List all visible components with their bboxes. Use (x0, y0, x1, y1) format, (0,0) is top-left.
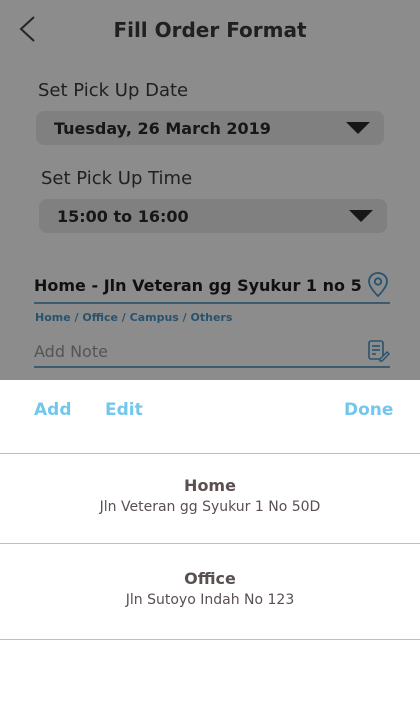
add-button[interactable]: Add (34, 400, 72, 420)
address-item-name: Home (184, 476, 236, 495)
address-item-detail: Jln Sutoyo Indah No 123 (125, 592, 295, 608)
address-item-office[interactable]: Office Jln Sutoyo Indah No 123 (0, 544, 420, 640)
address-item-name: Office (184, 569, 236, 588)
address-item-home[interactable]: Home Jln Veteran gg Syukur 1 No 50D (0, 454, 420, 544)
sheet-toolbar: Add Edit Done (0, 380, 420, 454)
address-item-detail: Jln Veteran gg Syukur 1 No 50D (99, 499, 321, 515)
edit-button[interactable]: Edit (105, 400, 143, 420)
dim-overlay[interactable] (0, 0, 420, 380)
address-picker-sheet: Add Edit Done Home Jln Veteran gg Syukur… (0, 380, 420, 720)
done-button[interactable]: Done (344, 400, 393, 420)
